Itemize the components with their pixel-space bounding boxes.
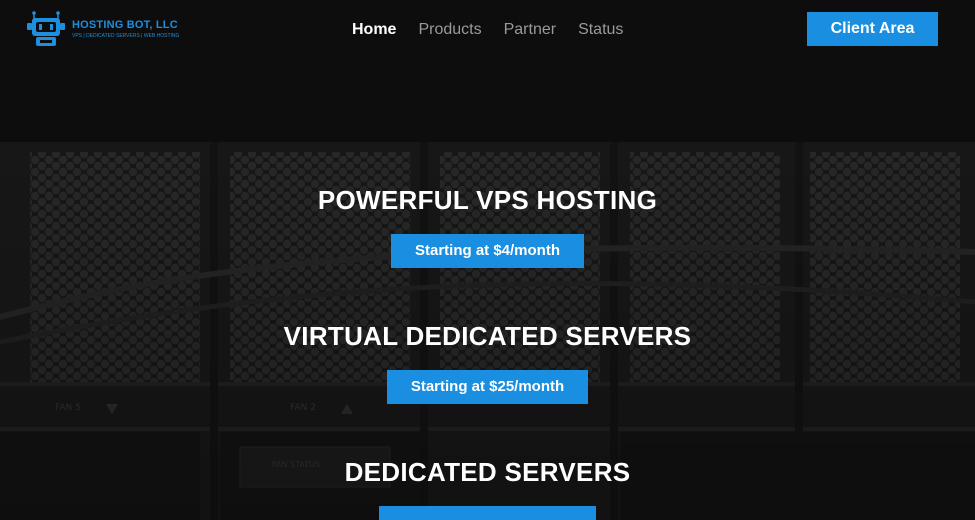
offer-title: VIRTUAL DEDICATED SERVERS [283,321,692,351]
logo-tagline: VPS | DEDICATED SERVERS | WEB HOSTING [72,33,180,39]
offer-title: DEDICATED SERVERS [344,457,631,487]
nav-item-partner[interactable]: Partner [504,20,556,40]
offer-virtual-dedicated: VIRTUAL DEDICATED SERVERS Starting at $2… [0,321,975,404]
hero-section: FAN 5 FAN 2 FAN STATUS POWERFUL VPS HOST… [0,142,975,520]
page: HOSTING BOT, LLC VPS | DEDICATED SERVERS… [0,0,975,520]
nav-item-products[interactable]: Products [418,20,481,40]
client-area-button[interactable]: Client Area [807,12,938,46]
offer-cta-button[interactable]: Starting at $25/month [386,370,589,404]
offer-cta-button[interactable] [379,506,596,520]
site-header: HOSTING BOT, LLC VPS | DEDICATED SERVERS… [0,0,975,142]
main-nav: Home Products Partner Status [352,20,623,40]
logo-name: HOSTING BOT, LLC [72,19,178,31]
nav-item-status[interactable]: Status [578,20,623,40]
robot-logo-icon [27,11,65,46]
offer-cta-button[interactable]: Starting at $4/month [390,234,584,268]
offer-dedicated: DEDICATED SERVERS [0,457,975,520]
offer-vps: POWERFUL VPS HOSTING Starting at $4/mont… [0,185,975,268]
nav-item-home[interactable]: Home [352,20,396,40]
offer-title: POWERFUL VPS HOSTING [317,185,658,215]
site-logo[interactable]: HOSTING BOT, LLC VPS | DEDICATED SERVERS… [26,10,180,50]
